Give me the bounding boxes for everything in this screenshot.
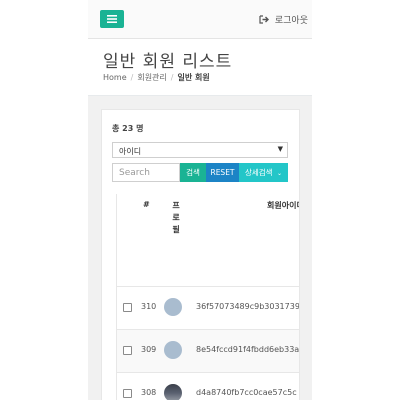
- table-row: 308 d4a8740fb7cc0cae57c5c: [117, 373, 299, 400]
- chevron-down-icon: ⌄: [276, 170, 283, 177]
- reset-button[interactable]: RESET: [206, 163, 239, 182]
- row-number: 309: [141, 345, 157, 354]
- breadcrumb: Home / 회원관리 / 일반 회원: [103, 73, 210, 82]
- search-input[interactable]: [112, 163, 180, 182]
- member-list-panel: 총 23 명 아이디 ▼ 검색 RESET 상세검색 ⌄ # 프로필 회원아이디…: [101, 109, 300, 400]
- column-header-member-id[interactable]: 회원아이디: [267, 200, 299, 211]
- member-table: # 프로필 회원아이디 310 36f57073489c9b3031739 30…: [116, 194, 299, 400]
- menu-toggle-button[interactable]: [100, 10, 124, 28]
- row-checkbox[interactable]: [123, 346, 132, 355]
- detail-search-label: 상세검색: [244, 168, 273, 177]
- row-number: 310: [141, 302, 157, 311]
- row-checkbox[interactable]: [123, 389, 132, 398]
- column-header-profile[interactable]: 프로필: [169, 200, 183, 236]
- member-id[interactable]: 36f57073489c9b3031739: [196, 302, 299, 311]
- search-field-select[interactable]: 아이디 ▼: [112, 142, 288, 158]
- avatar: [164, 298, 182, 316]
- search-button[interactable]: 검색: [180, 163, 206, 182]
- member-id[interactable]: d4a8740fb7cc0cae57c5c: [196, 388, 297, 397]
- member-id[interactable]: 8e54fccd91f4fbdd6eb33a: [196, 345, 299, 354]
- table-row: 310 36f57073489c9b3031739: [117, 287, 299, 330]
- breadcrumb-current: 일반 회원: [177, 73, 210, 82]
- hamburger-icon: [107, 15, 117, 23]
- avatar: [164, 341, 182, 359]
- sign-out-icon: [259, 15, 269, 24]
- chevron-down-icon: ▼: [277, 145, 283, 153]
- table-row: 309 8e54fccd91f4fbdd6eb33a: [117, 330, 299, 373]
- page-title: 일반 회원 리스트: [103, 52, 233, 72]
- logout-label: 로그아웃: [274, 16, 308, 26]
- breadcrumb-member-management[interactable]: 회원관리: [137, 73, 166, 82]
- row-checkbox[interactable]: [123, 303, 132, 312]
- search-bar: 검색 RESET 상세검색 ⌄: [112, 163, 299, 182]
- logout-link[interactable]: 로그아웃: [259, 13, 308, 26]
- row-number: 308: [141, 388, 157, 397]
- table-header: # 프로필 회원아이디: [117, 194, 299, 287]
- select-value: 아이디: [119, 147, 142, 156]
- breadcrumb-home[interactable]: Home: [103, 73, 127, 82]
- detail-search-button[interactable]: 상세검색 ⌄: [239, 163, 288, 182]
- total-count: 총 23 명: [112, 124, 144, 133]
- column-header-number[interactable]: #: [143, 200, 150, 209]
- avatar: [164, 384, 182, 400]
- top-navbar: 로그아웃: [88, 0, 312, 39]
- app-frame: 로그아웃 일반 회원 리스트 Home / 회원관리 / 일반 회원 총 23 명 아이…: [88, 0, 312, 400]
- page-heading: 일반 회원 리스트 Home / 회원관리 / 일반 회원: [88, 39, 312, 96]
